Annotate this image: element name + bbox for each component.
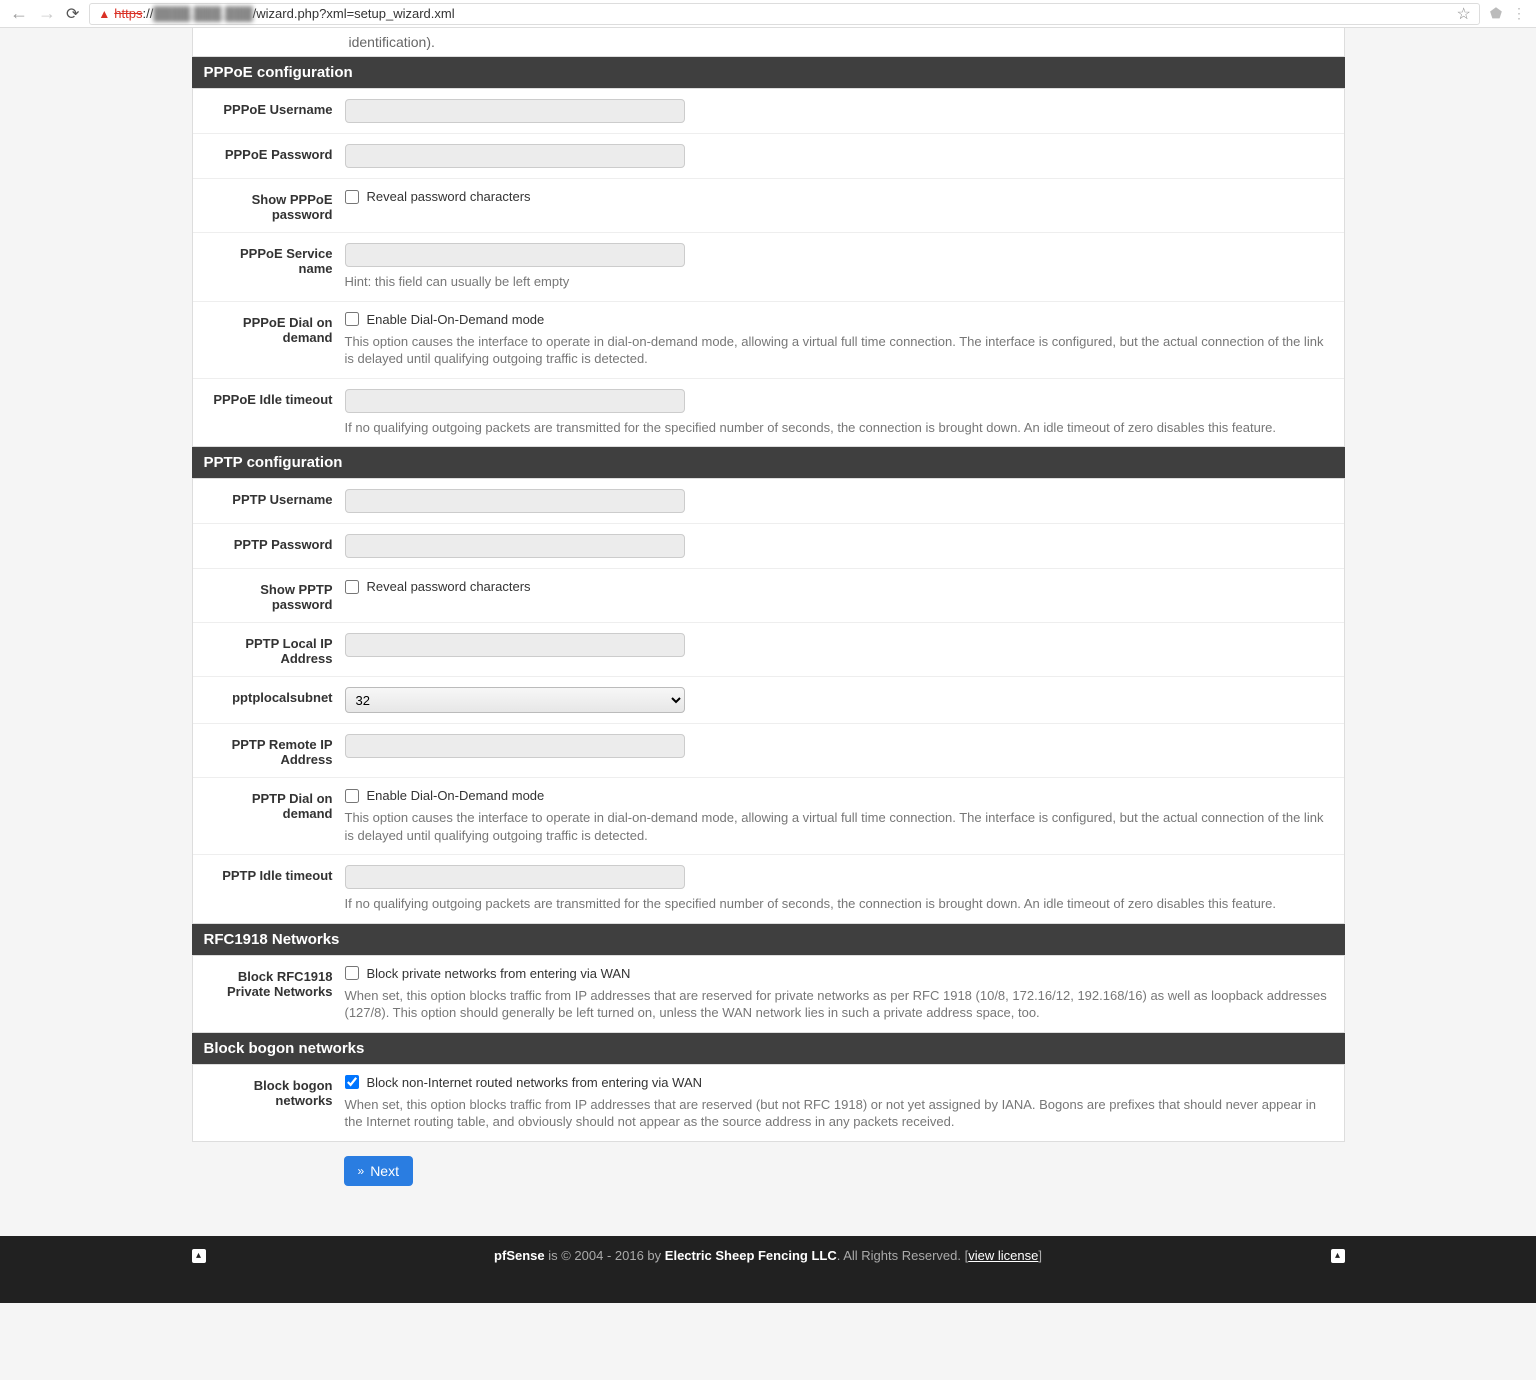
pppoe-dial-checkbox[interactable] (345, 312, 359, 326)
url-text: https://████.███.███/wizard.php?xml=setu… (114, 6, 454, 21)
rfc1918-help: When set, this option blocks traffic fro… (345, 987, 1332, 1022)
bookmark-star-icon[interactable]: ☆ (1456, 4, 1470, 24)
pptp-localip-label: PPTP Local IP Address (205, 633, 345, 666)
forward-icon[interactable]: → (38, 3, 56, 24)
pptp-dial-checkbox[interactable] (345, 789, 359, 803)
bogon-checkbox[interactable] (345, 1075, 359, 1089)
footer-brand: pfSense (494, 1248, 545, 1263)
pppoe-dial-help: This option causes the interface to oper… (345, 333, 1332, 368)
bogon-help: When set, this option blocks traffic fro… (345, 1096, 1332, 1131)
pppoe-username-input[interactable] (345, 99, 685, 123)
pptp-dial-text: Enable Dial-On-Demand mode (367, 788, 545, 803)
partial-previous-panel: identification). (192, 28, 1345, 57)
reload-icon[interactable]: ⟳ (66, 4, 79, 24)
pppoe-service-hint: Hint: this field can usually be left emp… (345, 273, 1332, 291)
rfc1918-checkbox[interactable] (345, 966, 359, 980)
url-bar[interactable]: ▲ https://████.███.███/wizard.php?xml=se… (89, 3, 1479, 25)
pppoe-dial-label: PPPoE Dial on demand (205, 312, 345, 345)
footer: ▴ pfSense is © 2004 - 2016 by Electric S… (0, 1236, 1536, 1303)
bogon-label: Block bogon networks (205, 1075, 345, 1108)
pppoe-dial-text: Enable Dial-On-Demand mode (367, 312, 545, 327)
next-button[interactable]: » Next (344, 1156, 413, 1186)
pptp-showpw-checkbox[interactable] (345, 580, 359, 594)
pptp-showpw-label: Show PPTP password (205, 579, 345, 612)
pptp-dial-help: This option causes the interface to oper… (345, 809, 1332, 844)
pptp-idle-help: If no qualifying outgoing packets are tr… (345, 895, 1332, 913)
scroll-top-right-icon[interactable]: ▴ (1331, 1249, 1345, 1263)
pppoe-password-input[interactable] (345, 144, 685, 168)
pppoe-showpw-checkbox[interactable] (345, 190, 359, 204)
browser-toolbar: ← → ⟳ ▲ https://████.███.███/wizard.php?… (0, 0, 1536, 28)
back-icon[interactable]: ← (10, 3, 28, 24)
pppoe-password-label: PPPoE Password (205, 144, 345, 162)
pptp-password-label: PPTP Password (205, 534, 345, 552)
pptp-username-label: PPTP Username (205, 489, 345, 507)
pppoe-service-label: PPPoE Service name (205, 243, 345, 276)
pppoe-idle-label: PPPoE Idle timeout (205, 389, 345, 407)
pptp-remoteip-input[interactable] (345, 734, 685, 758)
pptp-remoteip-label: PPTP Remote IP Address (205, 734, 345, 767)
pppoe-idle-help: If no qualifying outgoing packets are tr… (345, 419, 1332, 437)
pptp-idle-input[interactable] (345, 865, 685, 889)
scroll-top-left-icon[interactable]: ▴ (192, 1249, 206, 1263)
pptp-password-input[interactable] (345, 534, 685, 558)
chevron-right-icon: » (358, 1164, 365, 1178)
pptp-header: PPTP configuration (192, 447, 1345, 478)
pptp-subnet-label: pptplocalsubnet (205, 687, 345, 705)
pppoe-header: PPPoE configuration (192, 57, 1345, 88)
pppoe-service-input[interactable] (345, 243, 685, 267)
pppoe-showpw-text: Reveal password characters (367, 189, 531, 204)
pptp-localip-input[interactable] (345, 633, 685, 657)
shield-icon[interactable]: ⬟ (1490, 5, 1502, 22)
rfc1918-check-text: Block private networks from entering via… (367, 966, 631, 981)
rfc1918-label: Block RFC1918 Private Networks (205, 966, 345, 999)
bogon-check-text: Block non-Internet routed networks from … (367, 1075, 703, 1090)
view-license-link[interactable]: view license (968, 1248, 1038, 1263)
menu-icon[interactable]: ⋮ (1512, 5, 1526, 22)
pptp-showpw-text: Reveal password characters (367, 579, 531, 594)
pptp-subnet-select[interactable]: 32 (345, 687, 685, 713)
bogon-header: Block bogon networks (192, 1033, 1345, 1064)
pptp-dial-label: PPTP Dial on demand (205, 788, 345, 821)
footer-company: Electric Sheep Fencing LLC (665, 1248, 837, 1263)
pptp-idle-label: PPTP Idle timeout (205, 865, 345, 883)
rfc1918-header: RFC1918 Networks (192, 924, 1345, 955)
insecure-warning-icon: ▲ (98, 7, 110, 21)
pptp-username-input[interactable] (345, 489, 685, 513)
pppoe-showpw-label: Show PPPoE password (205, 189, 345, 222)
pppoe-username-label: PPPoE Username (205, 99, 345, 117)
pppoe-idle-input[interactable] (345, 389, 685, 413)
